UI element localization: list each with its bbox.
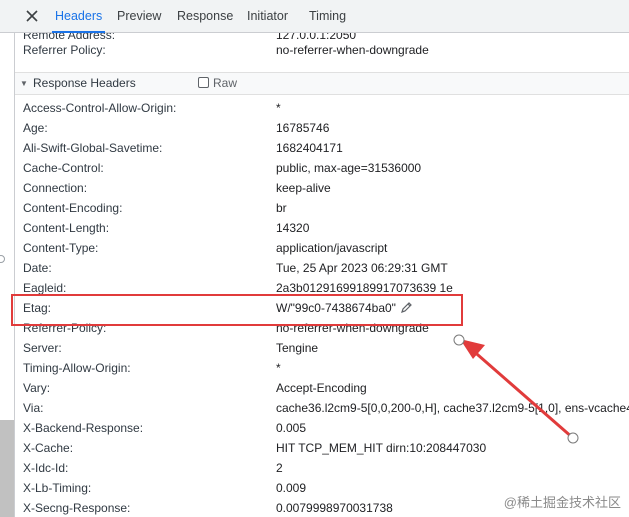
header-value: Accept-Encoding <box>276 381 367 395</box>
close-icon[interactable] <box>24 8 40 24</box>
header-key: Content-Type: <box>23 241 99 255</box>
header-value: no-referrer-when-downgrade <box>276 43 429 57</box>
tab-preview[interactable]: Preview <box>117 0 161 32</box>
header-row-referrer-policy: Referrer Policy: no-referrer-when-downgr… <box>15 40 629 60</box>
header-row: Content-Type: application/javascript <box>15 238 629 258</box>
header-value: no-referrer-when-downgrade <box>276 321 429 335</box>
header-row: Cache-Control: public, max-age=31536000 <box>15 158 629 178</box>
devtools-tab-bar: Headers Preview Response Initiator Timin… <box>0 0 629 33</box>
header-key: Referrer-Policy: <box>23 321 107 335</box>
header-key: Content-Encoding: <box>23 201 123 215</box>
tab-headers[interactable]: Headers <box>51 0 106 33</box>
tab-response[interactable]: Response <box>177 0 233 32</box>
header-row: Timing-Allow-Origin: * <box>15 358 629 378</box>
header-key: Ali-Swift-Global-Savetime: <box>23 141 163 155</box>
header-key: X-Backend-Response: <box>23 421 144 435</box>
tab-timing[interactable]: Timing <box>309 0 346 32</box>
header-key: Eagleid: <box>23 281 67 295</box>
header-key: Timing-Allow-Origin: <box>23 361 131 375</box>
header-row: Etag: W/"99c0-7438674ba0" <box>15 298 629 318</box>
header-row: X-Backend-Response: 0.005 <box>15 418 629 438</box>
header-value: public, max-age=31536000 <box>276 161 422 175</box>
header-value: * <box>276 101 281 115</box>
tab-initiator[interactable]: Initiator <box>247 0 288 32</box>
header-value: Tengine <box>276 341 319 355</box>
header-value: application/javascript <box>276 241 388 255</box>
header-value: HIT TCP_MEM_HIT dirn:10:208447030 <box>276 441 487 455</box>
header-key: Connection: <box>23 181 88 195</box>
header-row: Content-Encoding: br <box>15 198 629 218</box>
header-key: Content-Length: <box>23 221 110 235</box>
header-key: X-Cache: <box>23 441 74 455</box>
header-value: 2 <box>276 461 283 475</box>
header-key: Access-Control-Allow-Origin: <box>23 101 177 115</box>
header-key: Server: <box>23 341 62 355</box>
header-value: cache36.l2cm9-5[0,0,200-0,H], cache37.l2… <box>276 401 629 415</box>
header-value: 0.009 <box>276 481 307 495</box>
header-key: X-Secng-Response: <box>23 501 131 515</box>
header-row: X-Cache: HIT TCP_MEM_HIT dirn:10:20844703… <box>15 438 629 458</box>
scrollbar[interactable] <box>0 420 14 517</box>
header-row: Ali-Swift-Global-Savetime: 1682404171 <box>15 138 629 158</box>
header-row: Via: cache36.l2cm9-5[0,0,200-0,H], cache3… <box>15 398 629 418</box>
watermark: @稀土掘金技术社区 <box>503 495 621 510</box>
headers-pane: Remote Address: 127.0.0.1:2050 Referrer … <box>14 33 629 517</box>
resize-handle[interactable] <box>0 255 5 263</box>
header-value: keep-alive <box>276 181 331 195</box>
header-row: Connection: keep-alive <box>15 178 629 198</box>
raw-label: Raw <box>213 76 238 90</box>
header-row: Date: Tue, 25 Apr 2023 06:29:31 GMT <box>15 258 629 278</box>
header-key: X-Idc-Id: <box>23 461 69 475</box>
header-value: 0.0079998970031738 <box>276 501 393 515</box>
header-row: X-Idc-Id: 2 <box>15 458 629 478</box>
header-key: X-Lb-Timing: <box>23 481 92 495</box>
header-value: br <box>276 201 287 215</box>
header-value: 16785746 <box>276 121 330 135</box>
header-key: Date: <box>23 261 52 275</box>
header-value: Tue, 25 Apr 2023 06:29:31 GMT <box>276 261 448 275</box>
section-title: Response Headers <box>33 76 136 90</box>
header-row: Access-Control-Allow-Origin: * <box>15 98 629 118</box>
header-key: Age: <box>23 121 48 135</box>
header-row: Age: 16785746 <box>15 118 629 138</box>
header-key: Via: <box>23 401 44 415</box>
header-row: Eagleid: 2a3b01291699189917073639 1e <box>15 278 629 298</box>
header-key: Etag: <box>23 301 52 315</box>
response-headers-section[interactable]: ▼ Response Headers Raw <box>15 72 629 95</box>
header-key: Vary: <box>23 381 51 395</box>
header-row: Server: Tengine <box>15 338 629 358</box>
header-row: Content-Length: 14320 <box>15 218 629 238</box>
header-key: Cache-Control: <box>23 161 104 175</box>
header-key: Referrer Policy: <box>23 43 106 57</box>
expand-triangle-icon[interactable]: ▼ <box>20 73 28 94</box>
header-row: Vary: Accept-Encoding <box>15 378 629 398</box>
header-value: 1682404171 <box>276 141 343 155</box>
header-value: 14320 <box>276 221 310 235</box>
header-value: W/"99c0-7438674ba0" <box>276 301 396 315</box>
raw-checkbox[interactable] <box>198 77 209 88</box>
header-row: Referrer-Policy: no-referrer-when-downgra… <box>15 318 629 338</box>
header-value: * <box>276 361 281 375</box>
header-value: 0.005 <box>276 421 307 435</box>
header-value: 2a3b01291699189917073639 1e <box>276 281 453 295</box>
edit-pencil-icon[interactable] <box>400 301 413 314</box>
